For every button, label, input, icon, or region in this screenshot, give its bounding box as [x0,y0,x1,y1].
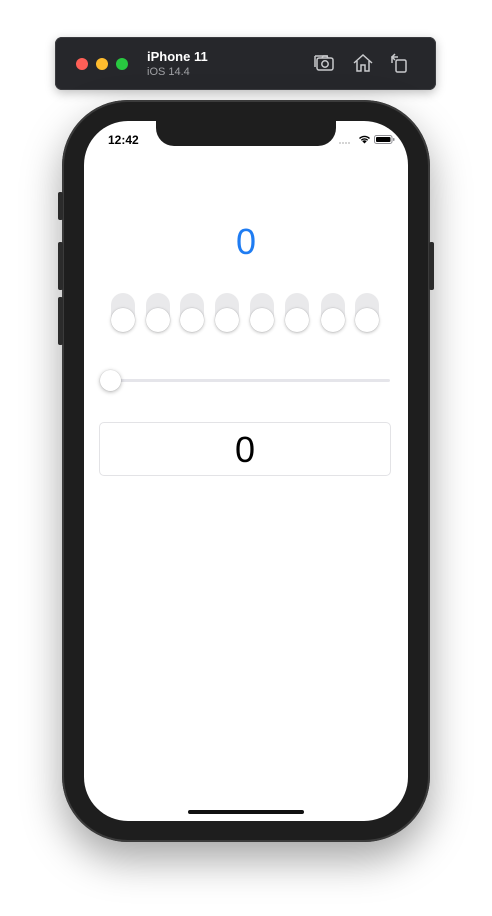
notch [156,121,336,146]
switch-knob [321,308,345,332]
slider-thumb[interactable] [100,370,121,391]
home-indicator[interactable] [188,810,304,814]
toggle-switch-3[interactable] [180,293,204,332]
battery-icon [374,135,395,144]
toggle-switch-2[interactable] [146,293,170,332]
switch-knob [180,308,204,332]
value-slider[interactable] [100,370,390,391]
toggle-switch-8[interactable] [355,293,379,332]
switch-knob [111,308,135,332]
counter-label: 0 [235,221,257,262]
os-version: iOS 14.4 [147,66,190,78]
power-button [429,242,434,290]
switch-knob [215,308,239,332]
volume-down-button [58,297,63,345]
switch-knob [355,308,379,332]
rotate-icon [390,53,407,73]
phone-screen: 12:42 0 0 [84,121,408,821]
camera-icon [314,55,334,71]
simulator-toolbar: iPhone 11 iOS 14.4 [55,37,436,90]
close-window-button[interactable] [76,58,88,70]
status-time: 12:42 [108,133,139,147]
switch-knob [285,308,309,332]
toggle-switch-5[interactable] [250,293,274,332]
slider-track [108,379,390,382]
toggle-switch-6[interactable] [285,293,309,332]
number-text-field[interactable]: 0 [99,422,391,476]
screenshot-button[interactable] [312,51,336,75]
wifi-icon [359,135,370,144]
switch-knob [250,308,274,332]
volume-up-button [58,242,63,290]
toggle-switch-1[interactable] [111,293,135,332]
device-name: iPhone 11 [147,49,208,64]
toggle-switch-4[interactable] [215,293,239,332]
minimize-window-button[interactable] [96,58,108,70]
home-button[interactable] [351,51,375,75]
switch-row [111,293,381,333]
home-icon [353,53,373,72]
toggle-switch-7[interactable] [321,293,345,332]
zoom-window-button[interactable] [116,58,128,70]
switch-knob [146,308,170,332]
rotate-button[interactable] [387,51,411,75]
cellular-signal-icon [339,141,353,144]
ring-switch [58,192,63,220]
